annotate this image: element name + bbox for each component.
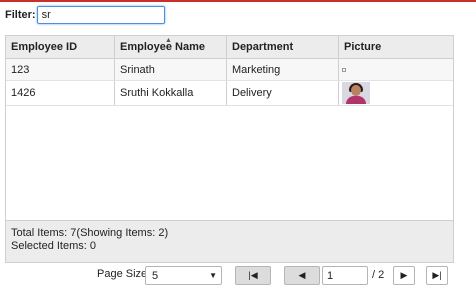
employee-photo: [342, 82, 370, 104]
previous-page-icon: ◀: [298, 270, 306, 280]
first-page-button[interactable]: |◀: [235, 266, 271, 285]
current-page-input[interactable]: [322, 266, 368, 285]
cell-employee-name: Srinath: [115, 59, 227, 80]
grid-header: Employee ID ▲ Employee Name Department P…: [6, 36, 453, 59]
filter-row: Filter:: [5, 4, 165, 26]
cell-picture: [339, 81, 453, 105]
table-row[interactable]: 123 Srinath Marketing: [6, 59, 453, 81]
column-header-employee-name[interactable]: ▲ Employee Name: [115, 36, 227, 58]
cell-picture: [339, 59, 453, 80]
chevron-down-icon: ▼: [209, 271, 217, 280]
page-size-select[interactable]: 5 ▼: [145, 266, 222, 285]
first-page-icon: |◀: [248, 270, 258, 280]
column-header-label: Department: [232, 41, 294, 53]
column-header-department[interactable]: Department: [227, 36, 339, 58]
column-header-label: Employee Name: [120, 41, 205, 53]
page-size-label: Page Size:: [97, 268, 151, 280]
next-page-icon: ▶: [400, 270, 408, 280]
grid-footer: Total Items: 7(Showing Items: 2) Selecte…: [5, 220, 454, 263]
top-rule: [0, 0, 476, 2]
total-items-text: Total Items: 7(Showing Items: 2): [11, 227, 169, 239]
column-header-picture[interactable]: Picture: [339, 36, 453, 58]
broken-image-icon: [342, 67, 346, 72]
filter-input[interactable]: [36, 6, 165, 24]
filter-label: Filter:: [5, 9, 36, 21]
previous-page-button[interactable]: ◀: [284, 266, 320, 285]
last-page-icon: ▶|: [432, 270, 442, 280]
column-header-label: Employee ID: [11, 41, 78, 53]
column-header-label: Picture: [344, 41, 382, 53]
page-size-value: 5: [152, 269, 159, 282]
cell-employee-id: 123: [6, 59, 115, 80]
total-pages-text: / 2: [372, 269, 385, 281]
cell-employee-name: Sruthi Kokkalla: [115, 81, 227, 105]
column-header-employee-id[interactable]: Employee ID: [6, 36, 115, 58]
cell-department: Marketing: [227, 59, 339, 80]
sort-ascending-icon: ▲: [165, 37, 172, 44]
cell-employee-id: 1426: [6, 81, 115, 105]
cell-department: Delivery: [227, 81, 339, 105]
next-page-button[interactable]: ▶: [393, 266, 415, 285]
pager: Page Size: 5 ▼ |◀ ◀ / 2 ▶ ▶|: [0, 266, 476, 286]
table-row[interactable]: 1426 Sruthi Kokkalla Delivery: [6, 81, 453, 106]
last-page-button[interactable]: ▶|: [426, 266, 448, 285]
selected-items-text: Selected Items: 0: [11, 240, 96, 252]
